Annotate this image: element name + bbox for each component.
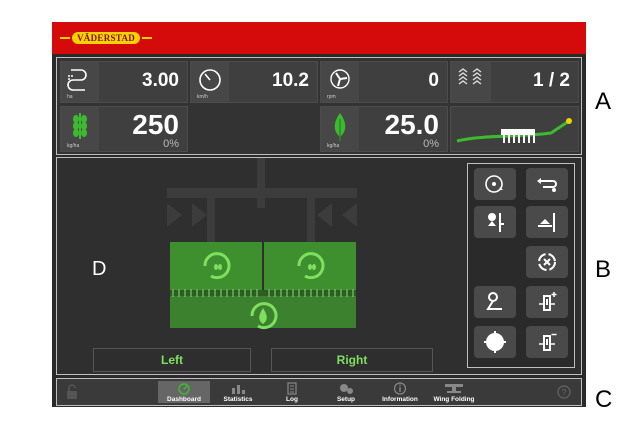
increase-rate-button[interactable] xyxy=(526,286,568,318)
section-label-d: D xyxy=(92,258,107,280)
speed-cell: km/h 10.2 xyxy=(190,61,318,103)
gear-icon xyxy=(484,331,506,353)
main-view: D Left Right xyxy=(56,157,582,375)
nav-information-label: Information xyxy=(382,396,418,403)
implement-status-cell xyxy=(450,106,579,152)
callout-label-a: A xyxy=(595,88,612,115)
left-section-button[interactable]: Left xyxy=(93,348,251,372)
bottom-nav: Dashboard Statistics Log Setup Informati… xyxy=(56,378,582,406)
area-value: 3.00 xyxy=(142,70,179,91)
seed-rate-cell: kg/ha 250 0% xyxy=(60,106,188,152)
cancel-circle-icon xyxy=(538,253,556,271)
nav-information[interactable]: Information xyxy=(374,381,426,403)
nav-log-label: Log xyxy=(286,396,298,403)
nav-setup-label: Setup xyxy=(336,396,356,403)
decrease-icon xyxy=(539,333,557,351)
nav-setup[interactable]: Setup xyxy=(320,381,372,403)
area-cell: ha 3.00 xyxy=(60,61,188,103)
speed-unit: km/h xyxy=(197,94,208,100)
implement-diagram xyxy=(167,158,357,330)
lock-icon[interactable] xyxy=(65,383,79,401)
seed-rate-percent: 0% xyxy=(163,138,179,150)
turn-headland-button[interactable] xyxy=(526,168,568,200)
disable-button[interactable] xyxy=(526,246,568,278)
terminal-screen: VÄDERSTAD ha 3.00 km/h 10.2 rpm 0 1 / 2 … xyxy=(52,22,586,407)
increase-icon xyxy=(539,292,557,311)
log-icon xyxy=(287,382,297,395)
fertilizer-unit: kg/ha xyxy=(327,143,340,149)
rows-value: 1 / 2 xyxy=(533,70,570,91)
nav-wing-folding[interactable]: Wing Folding xyxy=(428,381,480,403)
decrease-rate-button[interactable] xyxy=(526,326,568,358)
fertilizer-rate-cell: kg/ha 25.0 0% xyxy=(320,106,448,152)
svg-text:?: ? xyxy=(561,388,566,398)
pre-emergence-marker-button[interactable] xyxy=(474,168,516,200)
raise-arrow-icon xyxy=(538,213,555,232)
fan-unit: rpm xyxy=(327,94,336,100)
nav-dashboard[interactable]: Dashboard xyxy=(158,381,210,403)
speed-value: 10.2 xyxy=(272,70,309,91)
help-icon[interactable]: ? xyxy=(557,385,571,399)
seed-unit: kg/ha xyxy=(67,143,80,149)
raise-button[interactable] xyxy=(526,206,568,238)
wing-folding-icon xyxy=(445,384,463,393)
setup-icon xyxy=(340,384,353,394)
nav-statistics[interactable]: Statistics xyxy=(212,381,264,403)
nav-statistics-label: Statistics xyxy=(223,396,253,403)
left-marker-button[interactable] xyxy=(474,206,516,238)
marker-arm-button[interactable] xyxy=(474,286,516,318)
dashboard-icon xyxy=(178,383,190,395)
marker-arm-icon xyxy=(486,292,502,310)
dotted-circle-icon xyxy=(485,175,503,193)
rows-icon xyxy=(451,62,491,102)
turn-arrow-icon xyxy=(537,178,557,192)
statistics-icon xyxy=(232,385,245,394)
info-panel: ha 3.00 km/h 10.2 rpm 0 1 / 2 kg/ha 250 … xyxy=(56,57,582,155)
top-bar: VÄDERSTAD xyxy=(52,22,586,54)
information-icon xyxy=(393,382,407,395)
implement-tilt-icon xyxy=(456,118,572,143)
nav-wing-folding-label: Wing Folding xyxy=(433,396,475,403)
empty-cell xyxy=(190,106,318,152)
right-section-button[interactable]: Right xyxy=(271,348,433,372)
rows-cell: 1 / 2 xyxy=(450,61,579,103)
nav-dashboard-label: Dashboard xyxy=(167,396,201,403)
fan-cell: rpm 0 xyxy=(320,61,448,103)
brand-logo: VÄDERSTAD xyxy=(60,32,153,44)
fertilizer-rate-percent: 0% xyxy=(423,138,439,150)
fan-value: 0 xyxy=(428,70,439,91)
fertilizer-rate-value: 25.0 xyxy=(384,109,440,140)
callout-label-b: B xyxy=(595,256,612,283)
marker-left-icon xyxy=(488,213,504,232)
button-panel xyxy=(467,163,575,368)
nav-log[interactable]: Log xyxy=(266,381,318,403)
settings-cog-button[interactable] xyxy=(474,326,516,358)
callout-label-c: C xyxy=(595,386,613,413)
seed-rate-value: 250 xyxy=(132,109,179,140)
area-unit: ha xyxy=(67,94,73,100)
